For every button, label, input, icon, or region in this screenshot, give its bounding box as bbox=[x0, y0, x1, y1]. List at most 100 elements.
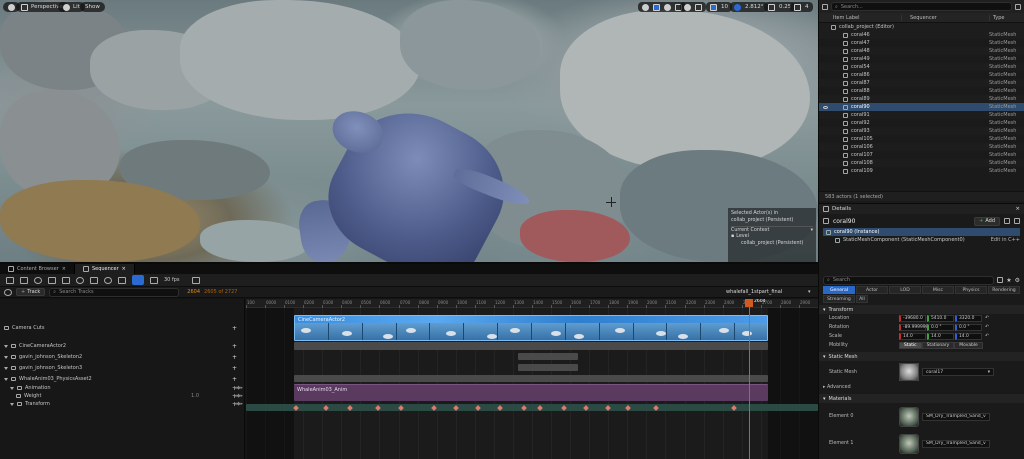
component-tree[interactable]: coral90 (Instance) StaticMeshComponent (… bbox=[819, 228, 1024, 274]
lock-icon[interactable] bbox=[191, 276, 200, 284]
scale-z[interactable]: 14.0 bbox=[955, 333, 982, 340]
star-icon[interactable]: ★ bbox=[1006, 277, 1011, 284]
chevron-down-icon[interactable] bbox=[10, 402, 14, 406]
eye-icon[interactable] bbox=[823, 105, 828, 109]
rotation-z[interactable]: 0.0 ° bbox=[955, 324, 982, 331]
track-row[interactable]: WhaleAnim03_PhysicsAsset2 + bbox=[0, 375, 245, 383]
skeleton2-section[interactable] bbox=[518, 353, 578, 360]
category-rendering[interactable]: Rendering bbox=[988, 286, 1020, 294]
add-icon[interactable]: + bbox=[232, 376, 237, 383]
scale-y[interactable]: 14.0 bbox=[927, 333, 954, 340]
mobility-stationary[interactable]: Stationary bbox=[921, 342, 955, 349]
grid-snap-control[interactable]: 10 bbox=[706, 2, 732, 12]
find-icon[interactable] bbox=[20, 276, 28, 284]
add-track-button[interactable]: + Track bbox=[16, 288, 46, 296]
world-local-toggle[interactable] bbox=[680, 2, 706, 12]
list-item[interactable]: coral107 StaticMesh bbox=[819, 151, 1024, 159]
render-icon[interactable] bbox=[34, 276, 42, 284]
list-item[interactable]: coral108 StaticMesh bbox=[819, 159, 1024, 167]
snap-icon[interactable] bbox=[104, 276, 112, 284]
track-row[interactable]: gavin_johnson_Skeleton2 + bbox=[0, 353, 245, 361]
list-item[interactable]: coral54 StaticMesh bbox=[819, 63, 1024, 71]
category-general[interactable]: General bbox=[823, 286, 855, 294]
rotate-icon[interactable] bbox=[664, 3, 671, 11]
list-item[interactable]: coral47 StaticMesh bbox=[819, 39, 1024, 47]
static-mesh-section[interactable]: ▾ Static Mesh bbox=[819, 352, 1024, 361]
search-tracks-input[interactable]: ⌕ Search Tracks bbox=[49, 287, 180, 297]
close-icon[interactable]: × bbox=[122, 266, 126, 272]
level-viewport[interactable]: Perspective Lit Show 10 2.812° 0.25 4 Se… bbox=[0, 0, 818, 262]
camera-icon[interactable] bbox=[48, 276, 56, 284]
tab-content-browser[interactable]: Content Browser × bbox=[0, 264, 75, 274]
list-item[interactable]: coral93 StaticMesh bbox=[819, 127, 1024, 135]
key-icon[interactable] bbox=[76, 276, 84, 284]
component-row[interactable]: StaticMeshComponent (StaticMeshComponent… bbox=[823, 236, 1020, 244]
weight-value[interactable]: 1.0 bbox=[191, 393, 199, 399]
chevron-down-icon[interactable] bbox=[4, 366, 8, 370]
key-nav-icon[interactable]: ◂◆▸ bbox=[234, 385, 243, 391]
static-mesh-dropdown[interactable]: coral17 ▾ bbox=[922, 368, 994, 376]
physics-asset-section[interactable] bbox=[294, 375, 768, 382]
outliner-list[interactable]: collab_project (Editor) coral46 StaticMes… bbox=[819, 23, 1024, 191]
view-options-icon[interactable] bbox=[90, 276, 98, 284]
blueprint-icon[interactable] bbox=[1004, 218, 1010, 224]
track-row[interactable]: Transform + ◂◆▸ bbox=[0, 400, 245, 408]
add-icon[interactable]: + bbox=[232, 354, 237, 361]
list-item[interactable]: coral87 StaticMesh bbox=[819, 79, 1024, 87]
chevron-down-icon[interactable]: ▾ bbox=[808, 289, 811, 295]
rotation-x[interactable]: -89.999999 bbox=[899, 324, 928, 331]
chevron-down-icon[interactable] bbox=[4, 377, 8, 381]
animation-section[interactable]: WhaleAnim03_Anim bbox=[294, 384, 768, 401]
list-item[interactable]: coral105 StaticMesh bbox=[819, 135, 1024, 143]
list-item[interactable]: coral88 StaticMesh bbox=[819, 87, 1024, 95]
col-type[interactable]: Type bbox=[989, 14, 1024, 21]
category-misc[interactable]: Misc bbox=[922, 286, 954, 294]
skeleton3-section[interactable] bbox=[518, 364, 578, 371]
list-item[interactable]: coral46 StaticMesh bbox=[819, 31, 1024, 39]
location-z[interactable]: 3320.0 bbox=[955, 315, 982, 322]
category-streaming[interactable]: Streaming bbox=[823, 295, 855, 303]
list-item[interactable]: coral48 StaticMesh bbox=[819, 47, 1024, 55]
chevron-down-icon[interactable] bbox=[4, 344, 8, 348]
show-button[interactable]: Show bbox=[80, 2, 105, 12]
details-search[interactable]: ⌕ Search bbox=[823, 275, 995, 285]
category-all[interactable]: All bbox=[856, 295, 868, 303]
category-actor[interactable]: Actor bbox=[856, 286, 888, 294]
materials-section[interactable]: ▾ Materials bbox=[819, 394, 1024, 403]
grid-view-icon[interactable] bbox=[997, 277, 1004, 283]
details-tab[interactable]: Details × bbox=[819, 204, 1024, 214]
edit-options-icon[interactable] bbox=[118, 276, 126, 284]
list-item[interactable]: coral86 StaticMesh bbox=[819, 71, 1024, 79]
close-icon[interactable]: × bbox=[1015, 206, 1020, 212]
list-item[interactable]: coral109 StaticMesh bbox=[819, 167, 1024, 175]
list-item[interactable]: collab_project (Editor) bbox=[819, 23, 1024, 31]
add-component-button[interactable]: + Add bbox=[974, 216, 1000, 226]
save-icon[interactable] bbox=[6, 276, 14, 284]
select-icon[interactable] bbox=[642, 3, 649, 11]
current-context-header[interactable]: Current Context ▾ bbox=[731, 226, 813, 233]
track-row[interactable]: Weight 1.0 + ◂◆▸ bbox=[0, 392, 245, 400]
list-item[interactable]: coral106 StaticMesh bbox=[819, 143, 1024, 151]
track-row[interactable]: CineCameraActor2 + bbox=[0, 342, 245, 350]
instance-row[interactable]: coral90 (Instance) bbox=[823, 228, 1020, 236]
material-thumbnail[interactable] bbox=[899, 433, 919, 454]
category-physics[interactable]: Physics bbox=[955, 286, 987, 294]
filter-icon[interactable] bbox=[822, 3, 828, 10]
mesh-thumbnail[interactable] bbox=[899, 363, 919, 381]
col-item-label[interactable]: Item Label bbox=[819, 15, 901, 21]
add-icon[interactable]: + bbox=[232, 365, 237, 372]
material-thumbnail[interactable] bbox=[899, 406, 919, 427]
playback-options-icon[interactable] bbox=[62, 276, 70, 284]
angle-snap-control[interactable]: 2.812° bbox=[730, 2, 768, 12]
current-frame[interactable]: 2604 bbox=[187, 289, 200, 295]
list-item[interactable]: coral49 StaticMesh bbox=[819, 55, 1024, 63]
playhead-handle[interactable] bbox=[745, 299, 753, 307]
reset-icon[interactable]: ↶ bbox=[985, 325, 989, 330]
list-item[interactable]: coral90 StaticMesh bbox=[819, 103, 1024, 111]
element1-dropdown[interactable]: SM_Dry_Trampled_Sand_vdcpe bbox=[922, 439, 990, 448]
track-row[interactable]: Animation + ◂◆▸ bbox=[0, 384, 245, 392]
col-sequencer[interactable]: Sequencer bbox=[901, 14, 989, 21]
fps-selector[interactable]: 30 fps bbox=[164, 277, 180, 283]
reset-icon[interactable]: ↶ bbox=[985, 334, 989, 339]
time-icon[interactable] bbox=[150, 276, 158, 284]
